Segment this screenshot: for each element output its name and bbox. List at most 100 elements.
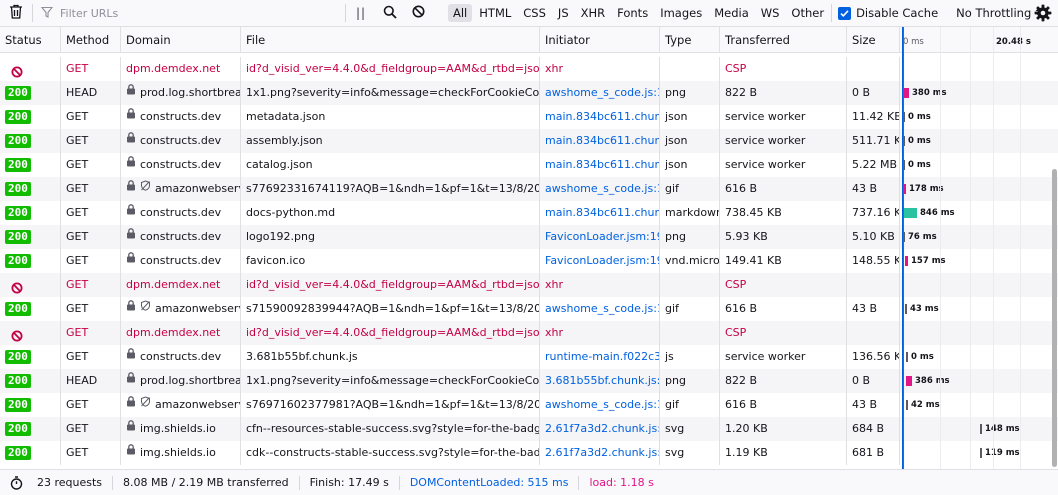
table-row[interactable]: 200 GET constructs.dev logo192.png FaviconLo…	[0, 225, 1058, 249]
domain-text: constructs.dev	[140, 230, 222, 243]
cell-type: gif	[660, 297, 720, 321]
initiator-link[interactable]: 2.61f7a3d2.chunk.js:2	[545, 446, 659, 459]
table-row[interactable]: GET dpm.demdex.net id?d_visid_ver=4.4.0&d_…	[0, 273, 1058, 297]
type-filter-js[interactable]: JS	[553, 4, 574, 22]
initiator-link[interactable]: awshome_s_code.js:1	[545, 302, 659, 315]
table-row[interactable]: 200 GET constructs.dev docs-python.md main.8…	[0, 201, 1058, 225]
cell-status: 200	[0, 297, 61, 321]
column-header-method[interactable]: Method	[61, 27, 121, 53]
lock-icon	[126, 249, 136, 272]
table-row[interactable]: 200 HEAD prod.log.shortbread.aws.dev1x1.pn…	[0, 369, 1058, 393]
filter-urls	[33, 0, 345, 26]
type-filter-fonts[interactable]: Fonts	[612, 4, 653, 22]
domain-text: amazonwebservices.d2.sc.omtrdc.net	[155, 182, 240, 195]
filter-urls-input[interactable]	[58, 5, 338, 21]
cell-type: vnd.microsoft.icon	[660, 249, 720, 273]
cell-initiator: awshome_s_code.js:1	[540, 393, 660, 417]
table-row[interactable]: GET dpm.demdex.net id?d_visid_ver=4.4.0&d_…	[0, 321, 1058, 345]
cell-method: GET	[61, 153, 121, 177]
cell-domain: img.shields.io	[121, 417, 241, 441]
cell-initiator: xhr	[540, 273, 660, 297]
search-button[interactable]	[376, 0, 404, 26]
gear-icon	[1034, 4, 1052, 25]
waterfall-label: 380 ms	[912, 88, 947, 98]
status-badge: 200	[5, 230, 31, 244]
cell-initiator: 2.61f7a3d2.chunk.js:2	[540, 441, 660, 465]
column-header-initiator[interactable]: Initiator	[540, 27, 660, 53]
table-row[interactable]: GET dpm.demdex.net id?d_visid_ver=4.4.0&d_…	[0, 57, 1058, 81]
initiator-link[interactable]: main.834bc611.chunk.js:1	[545, 110, 659, 123]
initiator-link[interactable]: 3.681b55bf.chunk.js:2	[545, 374, 659, 387]
initiator-link[interactable]: awshome_s_code.js:1	[545, 398, 659, 411]
cell-file: s76971602377981?AQB=1&ndh=1&pf=1&t=13/8/…	[241, 393, 540, 417]
type-filter-css[interactable]: CSS	[518, 4, 551, 22]
cell-status: 200	[0, 129, 61, 153]
table-scrollbar-thumb[interactable]	[1052, 169, 1057, 467]
waterfall-label: 0 ms	[908, 160, 931, 170]
cell-initiator: awshome_s_code.js:1	[540, 297, 660, 321]
initiator-link[interactable]: FaviconLoader.jsm:191	[545, 254, 659, 267]
settings-button[interactable]	[1032, 3, 1054, 25]
table-row[interactable]: 200 GET amazonwebservices.d2.sc.omtrdc.net…	[0, 177, 1058, 201]
cell-domain: prod.log.shortbread.aws.dev	[121, 369, 241, 393]
table-row[interactable]: 200 HEAD prod.log.shortbread.aws.dev1x1.pn…	[0, 81, 1058, 105]
cell-status: 200	[0, 225, 61, 249]
table-row[interactable]: 200 GET constructs.dev metadata.json main.83…	[0, 105, 1058, 129]
initiator-link[interactable]: awshome_s_code.js:1	[545, 182, 659, 195]
column-header-size[interactable]: Size	[847, 27, 900, 53]
table-scrollbar[interactable]	[1050, 53, 1058, 469]
cell-method: GET	[61, 441, 121, 465]
clear-requests-button[interactable]	[0, 0, 32, 26]
column-header-domain[interactable]: Domain	[121, 27, 241, 53]
waterfall-bar	[906, 352, 908, 362]
column-header-transferred[interactable]: Transferred	[720, 27, 847, 53]
cell-type: png	[660, 369, 720, 393]
cell-transferred: 5.93 KB	[720, 225, 847, 249]
initiator-link[interactable]: FaviconLoader.jsm:191	[545, 230, 659, 243]
initiator-link[interactable]: main.834bc611.chunk.js:1	[545, 158, 659, 171]
cell-file: cdk--constructs-stable-success.svg?style…	[241, 441, 540, 465]
type-filter-other[interactable]: Other	[786, 4, 829, 22]
table-row[interactable]: 200 GET img.shields.io cfn--resources-stabl…	[0, 417, 1058, 441]
cell-status	[0, 273, 61, 297]
disable-cache-checkbox[interactable]	[838, 6, 852, 20]
cell-file: id?d_visid_ver=4.4.0&d_fieldgroup=AAM&d_…	[241, 273, 540, 297]
disable-cache-toggle[interactable]: Disable Cache	[838, 6, 938, 20]
table-row[interactable]: 200 GET constructs.dev assembly.json main.83…	[0, 129, 1058, 153]
cell-size	[847, 57, 900, 81]
initiator-link[interactable]: awshome_s_code.js:1	[545, 86, 659, 99]
cell-type	[660, 57, 720, 81]
column-header-type[interactable]: Type	[660, 27, 720, 53]
cell-transferred: CSP	[720, 57, 847, 81]
type-filter-ws[interactable]: WS	[756, 4, 785, 22]
initiator-link[interactable]: main.834bc611.chunk.js:1	[545, 134, 659, 147]
initiator-link[interactable]: main.834bc611.chunk.js:1	[545, 206, 659, 219]
throttling-select[interactable]: No Throttling	[956, 6, 1042, 20]
cell-method: GET	[61, 393, 121, 417]
type-filter-media[interactable]: Media	[709, 4, 754, 22]
domain-text: constructs.dev	[140, 158, 222, 171]
table-row[interactable]: 200 GET constructs.dev catalog.json main.834…	[0, 153, 1058, 177]
table-row[interactable]: 200 GET amazonwebservices.d2.sc.omtrdc.net…	[0, 297, 1058, 321]
cell-status: 200	[0, 177, 61, 201]
table-row[interactable]: 200 GET img.shields.io cdk--constructs-stab…	[0, 441, 1058, 465]
column-header-file[interactable]: File	[241, 27, 540, 53]
table-row[interactable]: 200 GET amazonwebservices.d2.sc.omtrdc.net…	[0, 393, 1058, 417]
domain-text: img.shields.io	[140, 422, 216, 435]
waterfall-label: 148 ms	[985, 424, 1020, 434]
waterfall-label: 0 ms	[911, 352, 934, 362]
table-row[interactable]: 200 GET constructs.dev 3.681b55bf.chunk.js r…	[0, 345, 1058, 369]
initiator-link[interactable]: runtime-main.f022c34a.js:1	[545, 350, 659, 363]
block-requests-button[interactable]	[404, 0, 432, 26]
table-row[interactable]: 200 GET constructs.dev favicon.ico FaviconLo…	[0, 249, 1058, 273]
stopwatch-icon[interactable]	[0, 475, 27, 490]
pause-recording-button[interactable]: ||	[346, 0, 376, 26]
type-filter-html[interactable]: HTML	[474, 4, 516, 22]
column-header-status[interactable]: Status	[0, 27, 61, 53]
lock-icon	[126, 369, 136, 392]
type-filter-all[interactable]: All	[448, 4, 473, 22]
initiator-link[interactable]: 2.61f7a3d2.chunk.js:2	[545, 422, 659, 435]
type-filter-xhr[interactable]: XHR	[576, 4, 611, 22]
type-filter-images[interactable]: Images	[655, 4, 707, 22]
status-badge: 200	[5, 134, 31, 148]
